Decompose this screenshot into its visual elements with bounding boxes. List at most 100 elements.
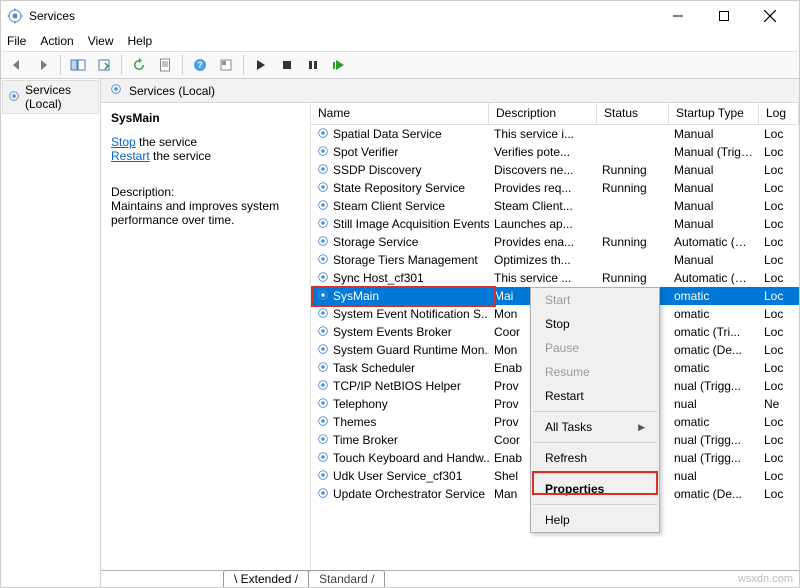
menu-action[interactable]: Action (40, 34, 73, 48)
ctx-resume[interactable]: Resume (531, 360, 659, 384)
col-description[interactable]: Description (489, 103, 597, 124)
cell-logon: Loc (759, 379, 799, 393)
service-row[interactable]: State Repository ServiceProvides req...R… (311, 179, 799, 197)
cell-description: Verifies pote... (489, 145, 597, 159)
menu-view[interactable]: View (88, 34, 114, 48)
menu-file[interactable]: File (7, 34, 26, 48)
start-service-button[interactable] (249, 54, 273, 76)
close-button[interactable] (747, 2, 793, 30)
service-row[interactable]: SSDP DiscoveryDiscovers ne...RunningManu… (311, 161, 799, 179)
ctx-properties[interactable]: Properties (531, 477, 659, 501)
cell-startup: Manual (669, 199, 759, 213)
cell-name: SSDP Discovery (311, 162, 489, 179)
services-app-icon (7, 8, 23, 24)
cell-logon: Loc (759, 235, 799, 249)
gear-icon (7, 89, 21, 106)
cell-name: TCP/IP NetBIOS Helper (311, 378, 489, 395)
ctx-all-tasks[interactable]: All Tasks▶ (531, 415, 659, 439)
cell-name: System Event Notification S... (311, 306, 489, 323)
gear-icon (316, 414, 330, 431)
minimize-button[interactable] (655, 2, 701, 30)
context-menu: Start Stop Pause Resume Restart All Task… (530, 287, 660, 533)
restart-service-button[interactable] (327, 54, 351, 76)
cell-name: Update Orchestrator Service (311, 486, 489, 503)
service-row[interactable]: Spot VerifierVerifies pote...Manual (Tri… (311, 143, 799, 161)
ctx-start[interactable]: Start (531, 288, 659, 312)
gear-icon (316, 486, 330, 503)
window-title: Services (29, 9, 655, 23)
cell-name: System Events Broker (311, 324, 489, 341)
cell-status: Running (597, 271, 669, 285)
service-row[interactable]: Steam Client ServiceSteam Client...Manua… (311, 197, 799, 215)
cell-name: Steam Client Service (311, 198, 489, 215)
cell-description: Discovers ne... (489, 163, 597, 177)
gear-icon (316, 378, 330, 395)
cell-logon: Loc (759, 433, 799, 447)
col-logon[interactable]: Log (759, 103, 799, 124)
cell-name: Still Image Acquisition Events (311, 216, 489, 233)
ctx-stop[interactable]: Stop (531, 312, 659, 336)
gear-icon (316, 144, 330, 161)
back-button[interactable] (5, 54, 29, 76)
cell-logon: Loc (759, 451, 799, 465)
service-row[interactable]: Storage ServiceProvides ena...RunningAut… (311, 233, 799, 251)
toolbar: ? (1, 51, 799, 79)
service-row[interactable]: Sync Host_cf301This service ...RunningAu… (311, 269, 799, 287)
properties-button[interactable] (153, 54, 177, 76)
cell-logon: Loc (759, 361, 799, 375)
help-button[interactable]: ? (188, 54, 212, 76)
cell-logon: Loc (759, 199, 799, 213)
ctx-pause[interactable]: Pause (531, 336, 659, 360)
ctx-refresh[interactable]: Refresh (531, 446, 659, 470)
cell-logon: Loc (759, 253, 799, 267)
service-row[interactable]: Still Image Acquisition EventsLaunches a… (311, 215, 799, 233)
tab-standard[interactable]: Standard / (308, 570, 385, 587)
forward-button[interactable] (31, 54, 55, 76)
column-headers: Name Description Status Startup Type Log (311, 103, 799, 125)
stop-service-button[interactable] (275, 54, 299, 76)
cell-logon: Loc (759, 145, 799, 159)
cell-name: Spatial Data Service (311, 126, 489, 143)
cell-name: Storage Service (311, 234, 489, 251)
cell-name: Touch Keyboard and Handw... (311, 450, 489, 467)
tab-extended[interactable]: \ Extended / (223, 570, 309, 587)
col-status[interactable]: Status (597, 103, 669, 124)
col-name[interactable]: Name (311, 103, 489, 124)
stop-service-link[interactable]: Stop (111, 135, 136, 149)
gear-icon (316, 126, 330, 143)
ctx-restart[interactable]: Restart (531, 384, 659, 408)
cell-startup: omatic (De... (669, 487, 759, 501)
menu-help[interactable]: Help (128, 34, 153, 48)
cell-startup: omatic (669, 415, 759, 429)
cell-startup: nual (Trigg... (669, 379, 759, 393)
cell-description: Optimizes th... (489, 253, 597, 267)
pause-service-button[interactable] (301, 54, 325, 76)
cell-startup: Automatic (De... (669, 271, 759, 285)
tree-item-services-local[interactable]: Services (Local) (2, 80, 99, 114)
gear-icon (316, 306, 330, 323)
help-topics-button[interactable] (214, 54, 238, 76)
service-row[interactable]: Spatial Data ServiceThis service i...Man… (311, 125, 799, 143)
col-startup-type[interactable]: Startup Type (669, 103, 759, 124)
pane-title: Services (Local) (129, 84, 215, 98)
cell-status: Running (597, 163, 669, 177)
cell-description: Provides req... (489, 181, 597, 195)
ctx-help[interactable]: Help (531, 508, 659, 532)
cell-logon: Loc (759, 181, 799, 195)
gear-icon (316, 198, 330, 215)
cell-startup: nual (Trigg... (669, 451, 759, 465)
pane-header: Services (Local) (101, 79, 799, 103)
ctx-separator (533, 504, 657, 505)
cell-name: Udk User Service_cf301 (311, 468, 489, 485)
refresh-button[interactable] (127, 54, 151, 76)
restart-service-link[interactable]: Restart (111, 149, 150, 163)
service-row[interactable]: Storage Tiers ManagementOptimizes th...M… (311, 251, 799, 269)
maximize-button[interactable] (701, 2, 747, 30)
show-hide-tree-button[interactable] (66, 54, 90, 76)
cell-logon: Loc (759, 217, 799, 231)
tree-pane: Services (Local) (1, 79, 101, 587)
cell-name: Telephony (311, 396, 489, 413)
export-list-button[interactable] (92, 54, 116, 76)
cell-name: Task Scheduler (311, 360, 489, 377)
cell-description: This service i... (489, 127, 597, 141)
